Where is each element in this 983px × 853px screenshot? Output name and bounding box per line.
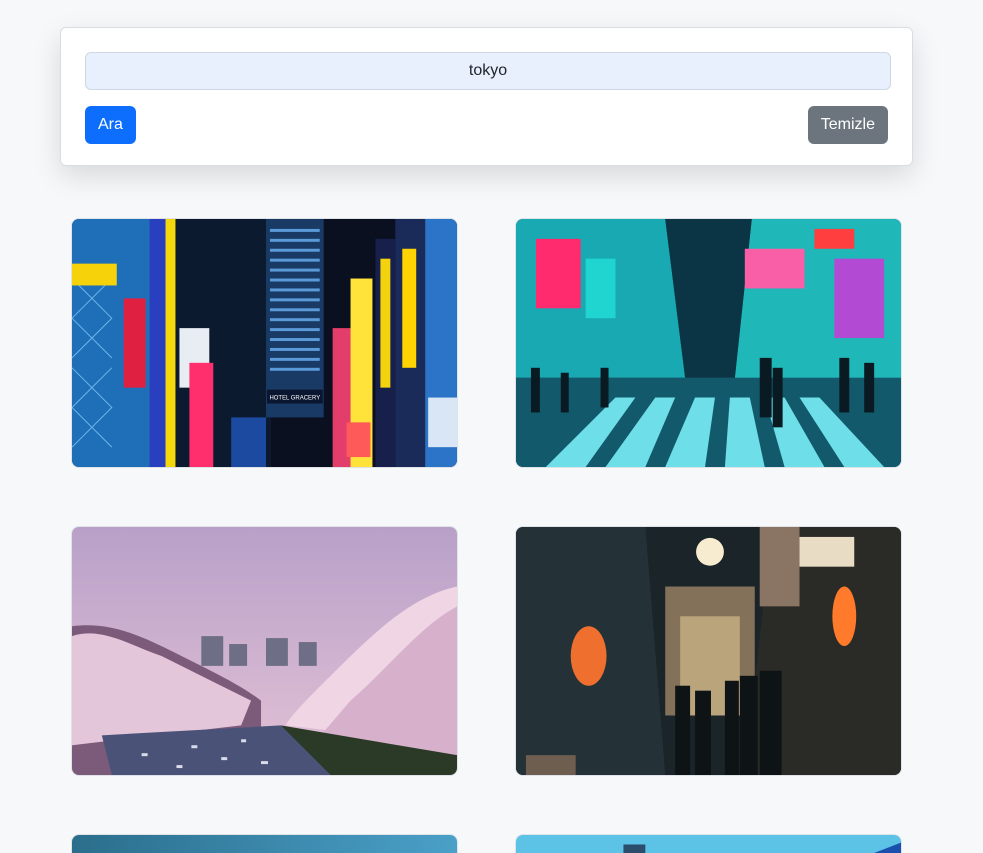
photo-image [72,527,457,775]
clear-button[interactable]: Temizle [807,106,888,144]
photo-image [516,527,901,775]
photo-image [516,219,901,467]
photo-image [72,835,457,853]
svg-text:HOTEL GRACERY: HOTEL GRACERY [269,396,320,402]
photo-image [516,835,901,853]
photo-card-akihabara-crosswalk[interactable] [515,218,902,468]
photo-card-cherry-blossom-canal[interactable] [71,526,458,776]
search-input[interactable] [85,52,891,90]
photo-card-partial-1[interactable] [71,834,458,853]
photo-card-lantern-alley[interactable] [515,526,902,776]
photo-card-partial-2[interactable] [515,834,902,853]
search-card: Ara Temizle [60,27,913,166]
photo-card-shinjuku-neon[interactable]: HOTEL GRACERY [71,218,458,468]
photo-image: HOTEL GRACERY [72,219,457,467]
search-button[interactable]: Ara [85,106,136,144]
